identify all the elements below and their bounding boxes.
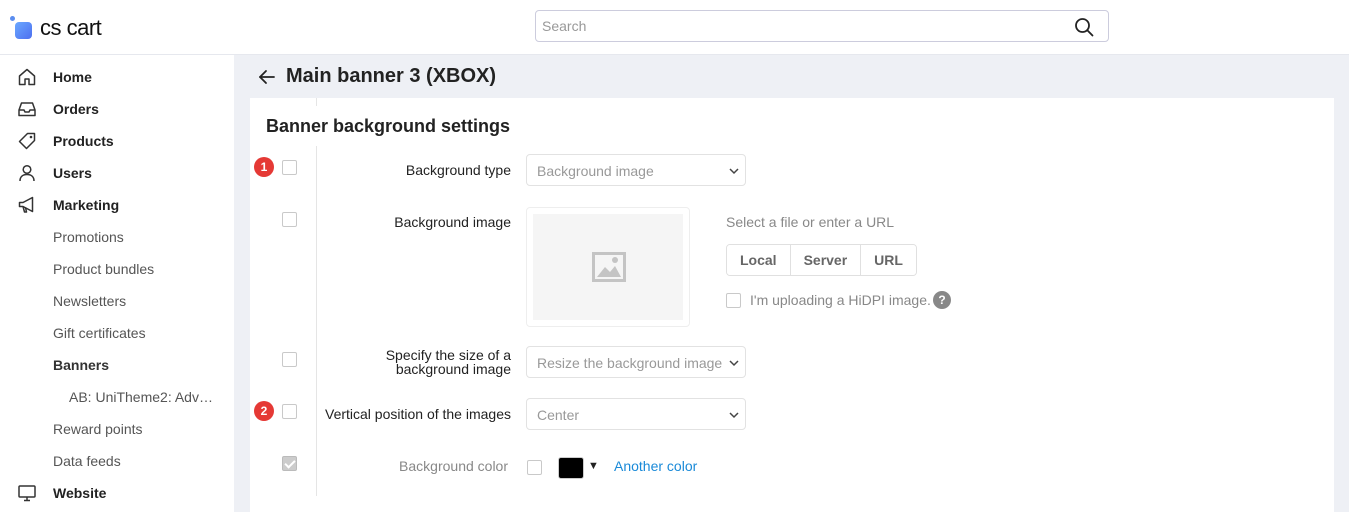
override-checkbox-vertical-position[interactable] bbox=[282, 404, 297, 419]
sidebar-item-label: Banners bbox=[53, 357, 110, 373]
vertical-position-select[interactable]: Center bbox=[526, 398, 746, 430]
sidebar-item-label: Reward points bbox=[53, 421, 143, 437]
top-bar: cs cart bbox=[0, 0, 1349, 55]
background-color-label: Background color bbox=[399, 458, 508, 474]
page-title: Main banner 3 (XBOX) bbox=[286, 65, 497, 87]
logo-text: cs cart bbox=[40, 15, 102, 40]
background-color-checkbox[interactable] bbox=[527, 460, 542, 475]
image-icon bbox=[592, 252, 626, 282]
monitor-icon bbox=[18, 485, 36, 502]
hidpi-checkbox[interactable] bbox=[726, 293, 741, 308]
sidebar-item-website[interactable]: Website bbox=[0, 477, 234, 509]
tag-icon bbox=[18, 132, 36, 150]
bg-size-value: Resize the background image bbox=[537, 355, 723, 371]
sidebar-item-gift-certificates[interactable]: Gift certificates bbox=[0, 317, 234, 349]
override-checkbox-background-type[interactable] bbox=[282, 160, 297, 175]
megaphone-icon bbox=[18, 196, 34, 213]
sidebar-item-label: Promotions bbox=[53, 229, 124, 245]
upload-source-buttons: Local Server URL bbox=[726, 244, 917, 276]
sidebar-item-reward-points[interactable]: Reward points bbox=[0, 413, 234, 445]
user-icon bbox=[19, 164, 35, 182]
sidebar-item-data-feeds[interactable]: Data feeds bbox=[0, 445, 234, 477]
inbox-icon bbox=[18, 102, 36, 117]
sidebar-item-label: Users bbox=[53, 165, 92, 181]
step-badge: 2 bbox=[254, 401, 274, 421]
local-button[interactable]: Local bbox=[727, 245, 791, 275]
sidebar-item-ab-unitheme2[interactable]: AB: UniTheme2: Advan... bbox=[0, 381, 234, 413]
logo[interactable]: cs cart bbox=[10, 14, 102, 42]
sidebar-item-promotions[interactable]: Promotions bbox=[0, 221, 234, 253]
override-checkbox-background-color[interactable] bbox=[282, 456, 297, 471]
sidebar-item-label: AB: UniTheme2: Advan... bbox=[69, 389, 219, 405]
chevron-down-icon bbox=[729, 412, 739, 419]
sidebar-item-label: Product bundles bbox=[53, 261, 155, 277]
section-title: Banner background settings bbox=[266, 116, 511, 136]
sidebar-item-users[interactable]: Users bbox=[0, 157, 234, 189]
sidebar-item-label: Marketing bbox=[53, 197, 120, 213]
search-icon[interactable] bbox=[1074, 17, 1094, 37]
url-button[interactable]: URL bbox=[861, 245, 916, 275]
bg-size-select[interactable]: Resize the background image bbox=[526, 346, 746, 378]
sidebar-item-home[interactable]: Home bbox=[0, 61, 234, 93]
sidebar-item-label: Products bbox=[53, 133, 114, 149]
override-checkbox-background-image[interactable] bbox=[282, 212, 297, 227]
upload-hint: Select a file or enter a URL bbox=[726, 214, 895, 230]
sidebar-item-orders[interactable]: Orders bbox=[0, 93, 234, 125]
sidebar-item-newsletters[interactable]: Newsletters bbox=[0, 285, 234, 317]
background-image-label: Background image bbox=[394, 214, 511, 230]
search-box bbox=[535, 10, 1109, 42]
home-icon bbox=[18, 68, 36, 86]
sidebar-item-label: Gift certificates bbox=[53, 325, 146, 341]
sidebar-item-label: Home bbox=[53, 69, 92, 85]
back-arrow-icon[interactable] bbox=[258, 68, 276, 86]
chevron-down-icon bbox=[729, 360, 739, 367]
bg-size-label-line2: background image bbox=[395, 361, 511, 377]
bg-size-label: Specify the size of a background image bbox=[386, 348, 511, 376]
sidebar-item-label: Orders bbox=[53, 101, 99, 117]
step-badge: 1 bbox=[254, 157, 274, 177]
hidpi-label: I'm uploading a HiDPI image. bbox=[750, 292, 931, 308]
sidebar-item-products[interactable]: Products bbox=[0, 125, 234, 157]
sidebar-item-marketing[interactable]: Marketing bbox=[0, 189, 234, 221]
another-color-link[interactable]: Another color bbox=[614, 458, 697, 474]
chevron-down-icon bbox=[729, 168, 739, 175]
help-icon[interactable]: ? bbox=[933, 291, 951, 309]
vertical-position-value: Center bbox=[537, 407, 580, 423]
sidebar: Home Orders Products Users Marketing Pro… bbox=[0, 55, 234, 512]
override-checkbox-bg-size[interactable] bbox=[282, 352, 297, 367]
background-type-value: Background image bbox=[537, 163, 654, 179]
vertical-position-label: Vertical position of the images bbox=[325, 406, 511, 422]
logo-mark-icon bbox=[10, 16, 38, 40]
main-content: Main banner 3 (XBOX) Banner background s… bbox=[234, 55, 1349, 512]
color-swatch[interactable] bbox=[558, 457, 584, 479]
background-type-select[interactable]: Background image bbox=[526, 154, 746, 186]
sidebar-item-product-bundles[interactable]: Product bundles bbox=[0, 253, 234, 285]
search-input[interactable] bbox=[542, 15, 1062, 37]
sidebar-item-label: Website bbox=[53, 485, 107, 501]
image-placeholder bbox=[533, 214, 683, 320]
image-preview bbox=[526, 207, 690, 327]
divider bbox=[316, 98, 317, 106]
background-type-label: Background type bbox=[405, 162, 511, 178]
sidebar-item-banners[interactable]: Banners bbox=[0, 349, 234, 381]
sidebar-item-label: Newsletters bbox=[53, 293, 127, 309]
server-button[interactable]: Server bbox=[790, 245, 862, 275]
sidebar-item-label: Data feeds bbox=[53, 453, 121, 469]
settings-panel: Banner background settings 1 Background … bbox=[250, 98, 1334, 512]
caret-down-icon[interactable]: ▼ bbox=[588, 460, 599, 472]
divider bbox=[316, 146, 317, 496]
